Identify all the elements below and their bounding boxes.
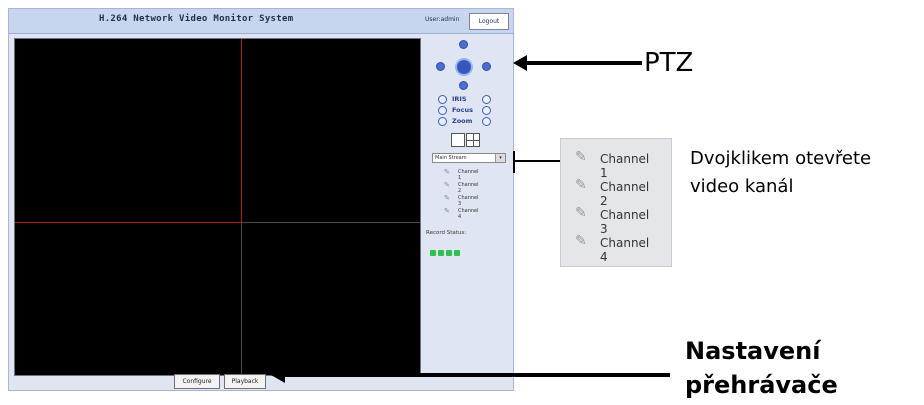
zoom-control: Zoom: [438, 117, 498, 127]
control-panel: IRIS Focus Zoom Main Stream ▾ ✎ Channel …: [422, 38, 510, 378]
callout-channel-label: Channel 2: [600, 180, 650, 208]
arrow-left-icon: [513, 55, 527, 71]
video-pane-4[interactable]: [242, 223, 420, 375]
channel-label: Channel 1: [458, 169, 479, 181]
camera-icon: ✎: [575, 205, 587, 221]
focus-label: Focus: [452, 106, 473, 114]
video-pane-1[interactable]: [15, 39, 241, 222]
arrow-left-icon: [271, 367, 285, 383]
player-settings-line1: Nastavení: [685, 337, 821, 365]
iris-control: IRIS: [438, 95, 498, 105]
zoom-label: Zoom: [452, 117, 473, 125]
zoom-plus-icon[interactable]: [482, 117, 491, 126]
channel-label: Channel 4: [458, 208, 479, 220]
callout-channel-label: Channel 4: [600, 236, 650, 264]
callout-channel-label: Channel 3: [600, 208, 650, 236]
ptz-down-icon[interactable]: [459, 81, 468, 90]
iris-plus-icon[interactable]: [482, 95, 491, 104]
channel-label: Channel 2: [458, 182, 479, 194]
callout-connector: [513, 160, 560, 162]
ptz-center-icon[interactable]: [455, 58, 473, 76]
record-indicator: [430, 250, 436, 256]
focus-minus-icon[interactable]: [438, 106, 447, 115]
focus-control: Focus: [438, 106, 498, 116]
camera-icon: ✎: [575, 149, 587, 165]
annotation-arrow-line: [526, 61, 642, 65]
chevron-down-icon[interactable]: ▾: [495, 154, 505, 162]
camera-icon: ✎: [444, 207, 450, 215]
pane-divider: [241, 39, 242, 223]
channel-hint-line2: video kanál: [690, 176, 794, 197]
record-status-label: Record Status:: [426, 230, 467, 236]
single-view-icon[interactable]: [451, 133, 465, 147]
video-pane-3[interactable]: [15, 223, 241, 375]
pane-divider: [241, 223, 242, 375]
logout-button[interactable]: Logout: [469, 13, 509, 30]
focus-plus-icon[interactable]: [482, 106, 491, 115]
record-indicator: [438, 250, 444, 256]
playback-button[interactable]: Playback: [224, 374, 266, 389]
quad-grid-line: [467, 140, 479, 141]
user-label: User:admin: [425, 16, 460, 23]
camera-icon: ✎: [444, 168, 450, 176]
channel-label: Channel 3: [458, 195, 479, 207]
iris-minus-icon[interactable]: [438, 95, 447, 104]
ptz-up-icon[interactable]: [459, 40, 468, 49]
stream-select[interactable]: Main Stream ▾: [432, 153, 506, 163]
camera-icon: ✎: [444, 194, 450, 202]
callout-channel-label: Channel 1: [600, 152, 650, 180]
stream-select-value: Main Stream: [435, 155, 467, 161]
quad-view-icon[interactable]: [466, 133, 480, 147]
record-indicator: [454, 250, 460, 256]
channel-callout-zoom: ✎ Channel 1 ✎ Channel 2 ✎ Channel 3 ✎ Ch…: [560, 138, 672, 267]
zoom-minus-icon[interactable]: [438, 117, 447, 126]
app-title: H.264 Network Video Monitor System: [99, 14, 294, 24]
video-grid: [14, 38, 421, 376]
iris-label: IRIS: [452, 95, 467, 103]
player-settings-line2: přehrávače: [685, 371, 838, 399]
ptz-left-icon[interactable]: [436, 62, 445, 71]
channel-hint-line1: Dvojklikem otevřete: [690, 148, 872, 169]
pane-divider: [242, 222, 420, 223]
video-pane-2[interactable]: [242, 39, 420, 222]
callout-bracket: [513, 151, 515, 173]
ptz-annotation: PTZ: [644, 48, 694, 78]
annotation-arrow-line: [284, 373, 670, 377]
camera-icon: ✎: [575, 177, 587, 193]
record-indicator: [446, 250, 452, 256]
camera-icon: ✎: [575, 233, 587, 249]
configure-button[interactable]: Configure: [174, 374, 220, 389]
pane-divider: [15, 222, 242, 223]
camera-icon: ✎: [444, 181, 450, 189]
ptz-right-icon[interactable]: [482, 62, 491, 71]
title-bar: H.264 Network Video Monitor System User:…: [9, 9, 513, 34]
video-monitor-window: H.264 Network Video Monitor System User:…: [8, 8, 514, 391]
